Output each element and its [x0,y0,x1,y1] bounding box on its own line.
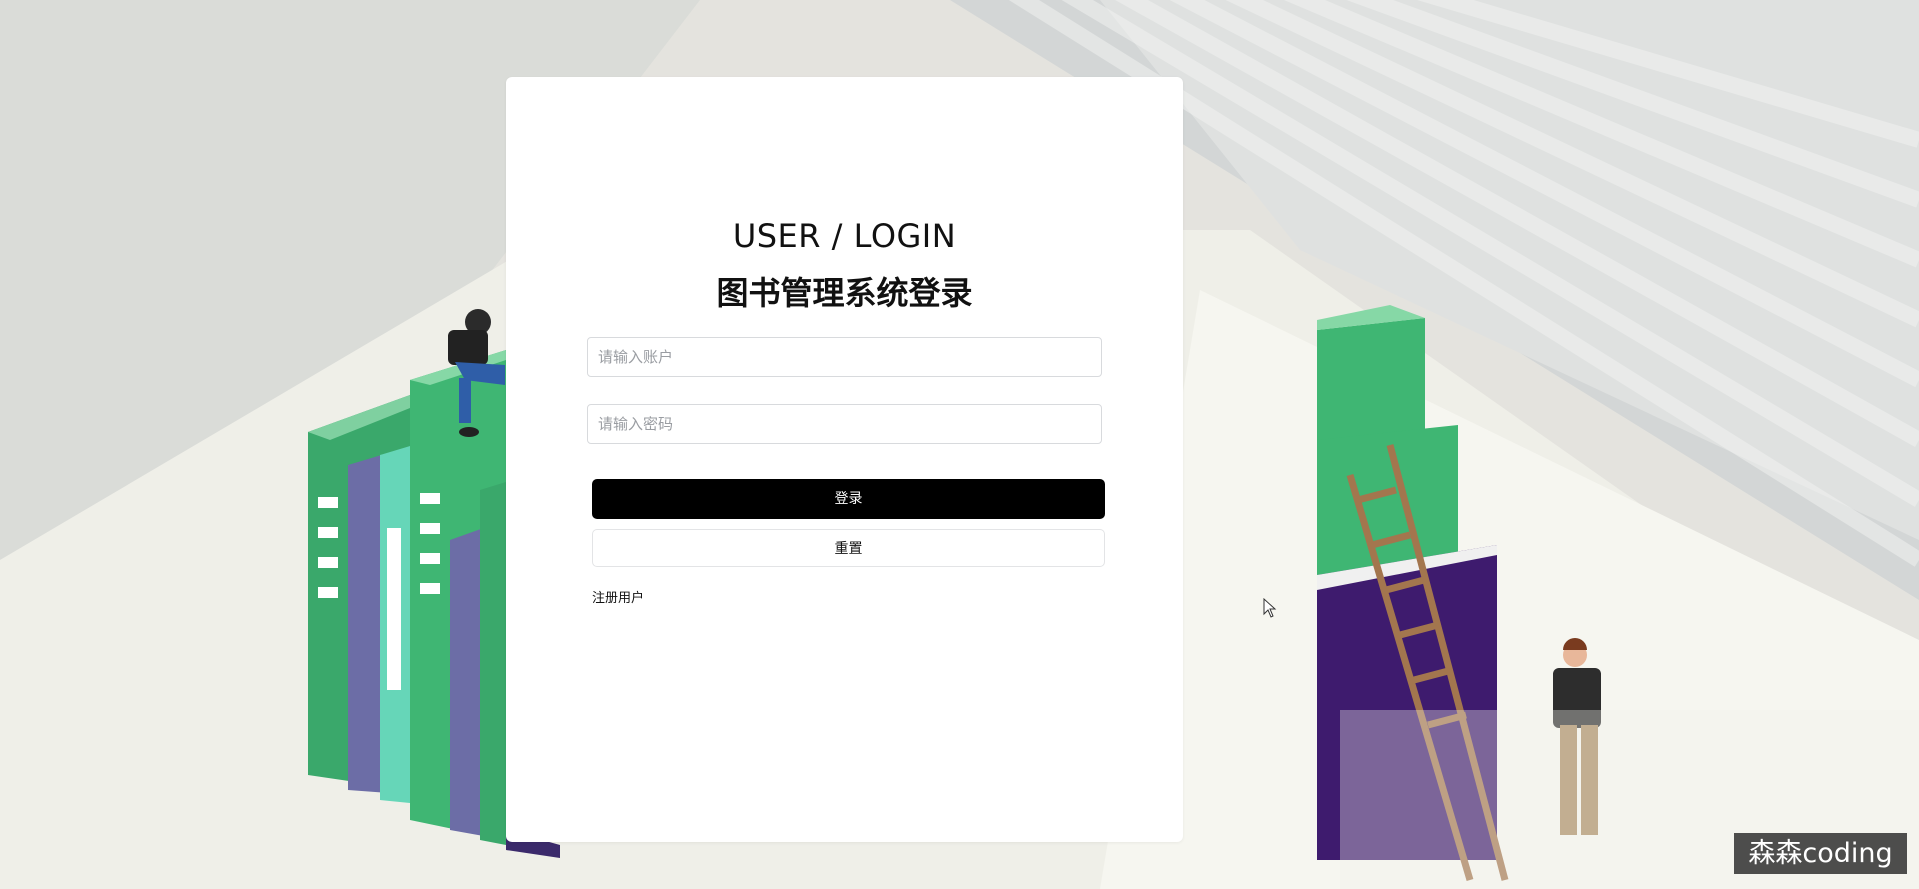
login-title-chinese: 图书管理系统登录 [716,274,973,312]
mouse-cursor-icon [1263,598,1277,618]
register-link[interactable]: 注册用户 [592,587,644,606]
reset-button[interactable]: 重置 [592,529,1105,567]
password-input[interactable] [587,404,1102,444]
account-input[interactable] [587,337,1102,377]
watermark-label: 森森coding [1734,833,1907,874]
login-card: USER / LOGIN 图书管理系统登录 登录 重置 注册用户 [506,77,1183,842]
login-title-english: USER / LOGIN [732,217,957,255]
login-button[interactable]: 登录 [592,479,1105,519]
